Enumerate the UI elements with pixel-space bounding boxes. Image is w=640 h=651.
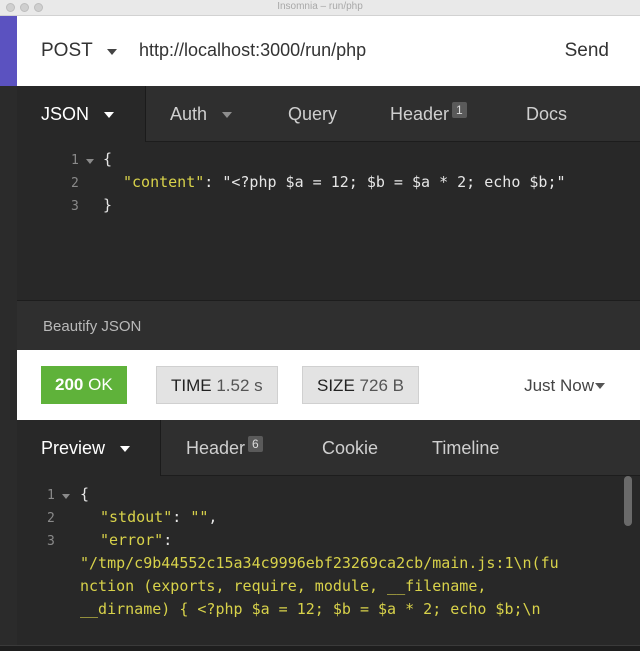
tab-auth[interactable]: Auth — [170, 104, 207, 125]
line-number: 2 — [71, 176, 79, 191]
tab-response-header[interactable]: Header 6 — [186, 436, 263, 459]
history-dropdown-icon[interactable] — [595, 383, 605, 389]
window-title: Insomnia – run/php — [277, 1, 363, 12]
json-key: "error" — [100, 531, 164, 549]
code-line[interactable]: } — [103, 196, 112, 214]
sidebar-accent-strip — [0, 16, 17, 86]
tab-preview[interactable]: Preview — [41, 438, 105, 459]
header-count-badge: 6 — [248, 436, 263, 452]
tab-header-label: Header — [390, 104, 450, 124]
response-panel: Preview Header 6 Cookie Timeline 1 { 2 "s… — [17, 420, 640, 651]
tab-header[interactable]: Header 1 — [390, 102, 467, 125]
code-line[interactable]: "stdout": "", — [100, 508, 217, 526]
json-comma: , — [208, 508, 218, 526]
json-value: "" — [190, 508, 209, 526]
beautify-bar: Beautify JSON — [17, 300, 640, 350]
tab-timeline[interactable]: Timeline — [432, 438, 499, 459]
line-number: 3 — [47, 534, 55, 549]
size-badge: SIZE 726 B — [302, 366, 419, 404]
time-label: TIME — [171, 376, 212, 395]
preview-dropdown-icon[interactable] — [120, 446, 130, 452]
json-separator: : — [204, 173, 223, 191]
tab-docs[interactable]: Docs — [526, 104, 567, 125]
bottom-edge — [0, 645, 640, 651]
line-number: 1 — [47, 488, 55, 503]
tab-timeline-label: Timeline — [432, 438, 500, 458]
json-separator: : — [163, 531, 173, 549]
tab-response-header-label: Header — [186, 438, 246, 458]
status-text: OK — [88, 375, 113, 394]
tab-docs-label: Docs — [526, 104, 568, 124]
method-selector[interactable]: POST — [41, 40, 93, 62]
time-value: 1.52 s — [216, 376, 263, 395]
method-dropdown-icon[interactable] — [107, 49, 117, 55]
line-number: 3 — [71, 199, 79, 214]
status-badge: 200 OK — [41, 366, 127, 404]
json-dropdown-icon[interactable] — [104, 112, 114, 118]
response-history-dropdown[interactable]: Just Now — [524, 376, 594, 396]
tab-cookie[interactable]: Cookie — [322, 438, 378, 459]
tab-cookie-label: Cookie — [322, 438, 379, 458]
size-label: SIZE — [317, 376, 355, 395]
tab-query-label: Query — [288, 104, 338, 124]
beautify-json-button[interactable]: Beautify JSON — [43, 318, 141, 335]
line-number: 1 — [71, 153, 79, 168]
code-line[interactable]: "/tmp/c9b44552c15a34c9996ebf23269ca2cb/m… — [80, 554, 559, 572]
tab-query[interactable]: Query — [288, 104, 337, 125]
tab-divider — [145, 86, 146, 142]
tab-divider — [160, 420, 161, 476]
response-status-bar: 200 OK TIME 1.52 s SIZE 726 B Just Now — [17, 350, 640, 420]
code-line[interactable]: __dirname) { <?php $a = 12; $b = $a * 2;… — [80, 600, 541, 618]
size-value: 726 B — [359, 376, 404, 395]
tab-auth-label: Auth — [170, 104, 208, 124]
request-url-bar: POST http://localhost:3000/run/php Send — [17, 16, 640, 86]
code-line[interactable]: { — [80, 485, 89, 503]
json-value: "<?php $a = 12; $b = $a * 2; echo $b;" — [222, 173, 566, 191]
line-number: 2 — [47, 511, 55, 526]
send-button[interactable]: Send — [565, 40, 609, 62]
fold-arrow-icon[interactable] — [86, 159, 94, 164]
json-key: "content" — [123, 173, 205, 191]
header-count-badge: 1 — [452, 102, 467, 118]
code-line[interactable]: "content": "<?php $a = 12; $b = $a * 2; … — [123, 173, 566, 191]
window-titlebar: Insomnia – run/php — [0, 0, 640, 16]
tab-json-label: JSON — [41, 104, 90, 124]
tab-json[interactable]: JSON — [41, 104, 89, 125]
sidebar-dark-strip — [0, 86, 17, 651]
json-key: "stdout" — [100, 508, 173, 526]
code-line[interactable]: nction (exports, require, module, __file… — [80, 577, 486, 595]
response-tabbar: Preview Header 6 Cookie Timeline — [17, 420, 640, 477]
time-badge: TIME 1.52 s — [156, 366, 278, 404]
tab-preview-label: Preview — [41, 438, 106, 458]
code-line[interactable]: { — [103, 150, 112, 168]
status-code: 200 — [55, 375, 84, 394]
response-scrollbar[interactable] — [624, 476, 632, 526]
auth-dropdown-icon[interactable] — [222, 112, 232, 118]
fold-arrow-icon[interactable] — [62, 494, 70, 499]
url-input[interactable]: http://localhost:3000/run/php — [139, 40, 366, 61]
code-line[interactable]: "error": — [100, 531, 172, 549]
request-tabbar: JSON Auth Query Header 1 Docs — [17, 86, 640, 143]
json-separator: : — [172, 508, 191, 526]
